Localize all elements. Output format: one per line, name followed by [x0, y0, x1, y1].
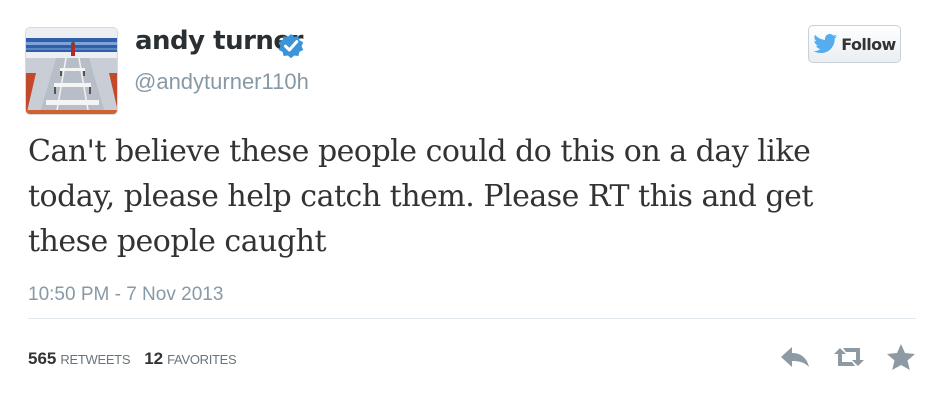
follow-button[interactable]: Follow [808, 25, 901, 63]
favorite-icon[interactable] [884, 342, 918, 370]
favorites-count[interactable]: 12 [144, 349, 163, 369]
tweet-stats: 565 RETWEETS 12 FAVORITES [28, 349, 237, 369]
favorites-label[interactable]: FAVORITES [167, 352, 237, 367]
user-handle[interactable]: @andyturner110h [134, 69, 309, 95]
divider [28, 318, 916, 319]
tweet-timestamp[interactable]: 10:50 PM - 7 Nov 2013 [28, 284, 223, 306]
follow-button-label: Follow [841, 34, 896, 54]
retweet-icon[interactable] [832, 343, 866, 371]
verified-badge-icon [276, 31, 306, 61]
tweet-card: andy turner @andyturner110h Follow Can't… [0, 0, 940, 401]
twitter-bird-icon [813, 34, 838, 53]
retweets-count[interactable]: 565 [28, 349, 56, 369]
retweets-label[interactable]: RETWEETS [60, 352, 130, 367]
tweet-text: Can't believe these people could do this… [28, 134, 813, 259]
reply-icon[interactable] [778, 343, 812, 371]
avatar[interactable] [25, 27, 118, 115]
